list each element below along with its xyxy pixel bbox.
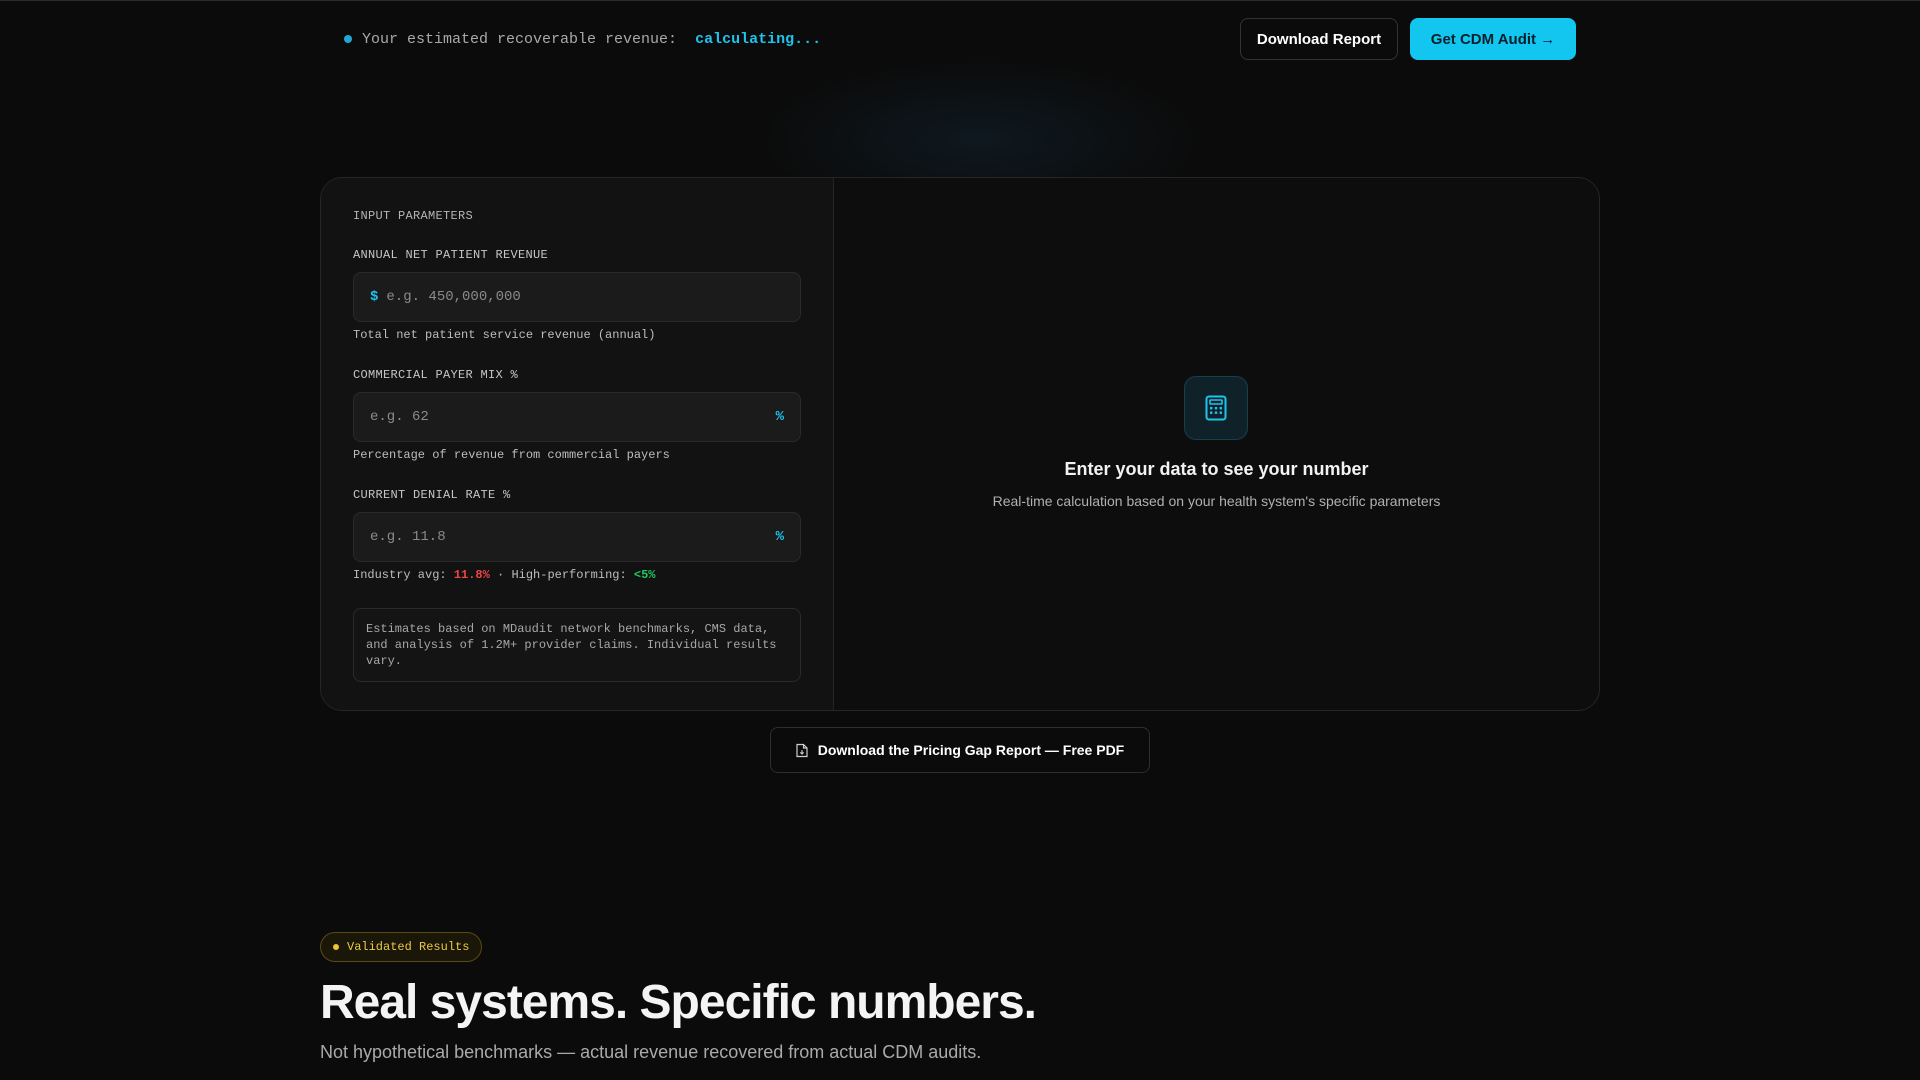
- high-performing-value: <5%: [633, 568, 656, 582]
- status-dot-icon: [344, 35, 352, 43]
- high-performing-label: · High-performing:: [497, 568, 627, 582]
- annual-revenue-label: ANNUAL NET PATIENT REVENUE: [353, 248, 549, 262]
- results-headline: Real systems. Specific numbers.: [320, 976, 1037, 1029]
- denial-rate-help: Industry avg: 11.8% · High-performing: <…: [353, 568, 801, 582]
- estimate-disclaimer: Estimates based on MDaudit network bench…: [353, 608, 801, 682]
- section-title: INPUT PARAMETERS: [353, 209, 474, 223]
- industry-avg-label: Industry avg:: [353, 568, 447, 582]
- percent-suffix: %: [775, 529, 784, 545]
- payer-mix-label: COMMERCIAL PAYER MIX %: [353, 368, 519, 382]
- annual-revenue-help: Total net patient service revenue (annua…: [353, 328, 656, 342]
- annual-revenue-input[interactable]: [386, 289, 784, 305]
- calculator-icon: [1184, 376, 1248, 440]
- badge-dot-icon: [333, 944, 339, 950]
- get-cdm-audit-button[interactable]: Get CDM Audit →: [1410, 18, 1576, 60]
- revenue-value: calculating...: [695, 30, 822, 48]
- results-panel: Enter your data to see your number Real-…: [834, 178, 1599, 710]
- denial-rate-input[interactable]: [370, 529, 776, 545]
- dollar-prefix: $: [370, 289, 379, 305]
- document-icon: [796, 743, 808, 757]
- payer-mix-field[interactable]: %: [353, 392, 801, 442]
- download-report-button[interactable]: Download Report: [1240, 18, 1398, 60]
- industry-avg-value: 11.8%: [453, 568, 490, 582]
- validated-results-badge: Validated Results: [320, 932, 483, 962]
- badge-label: Validated Results: [347, 940, 470, 954]
- calculator-card: INPUT PARAMETERS ANNUAL NET PATIENT REVE…: [320, 177, 1600, 711]
- denial-rate-field[interactable]: %: [353, 512, 801, 562]
- results-subheadline: Not hypothetical benchmarks — actual rev…: [320, 1042, 982, 1062]
- estimated-revenue-line: Your estimated recoverable revenue: calc…: [344, 29, 821, 49]
- revenue-label: Your estimated recoverable revenue:: [362, 30, 678, 48]
- top-bar: Your estimated recoverable revenue: calc…: [0, 0, 1920, 76]
- empty-state-subtitle: Real-time calculation based on your heal…: [992, 493, 1441, 509]
- percent-suffix: %: [775, 409, 784, 425]
- denial-rate-label: CURRENT DENIAL RATE %: [353, 488, 511, 502]
- download-pdf-label: Download the Pricing Gap Report — Free P…: [817, 742, 1125, 758]
- download-pdf-button[interactable]: Download the Pricing Gap Report — Free P…: [770, 727, 1150, 773]
- payer-mix-input[interactable]: [370, 409, 776, 425]
- annual-revenue-field[interactable]: $: [353, 272, 801, 322]
- payer-mix-help: Percentage of revenue from commercial pa…: [353, 448, 670, 462]
- empty-state-title: Enter your data to see your number: [1064, 459, 1369, 479]
- input-parameters-panel: INPUT PARAMETERS ANNUAL NET PATIENT REVE…: [321, 178, 834, 710]
